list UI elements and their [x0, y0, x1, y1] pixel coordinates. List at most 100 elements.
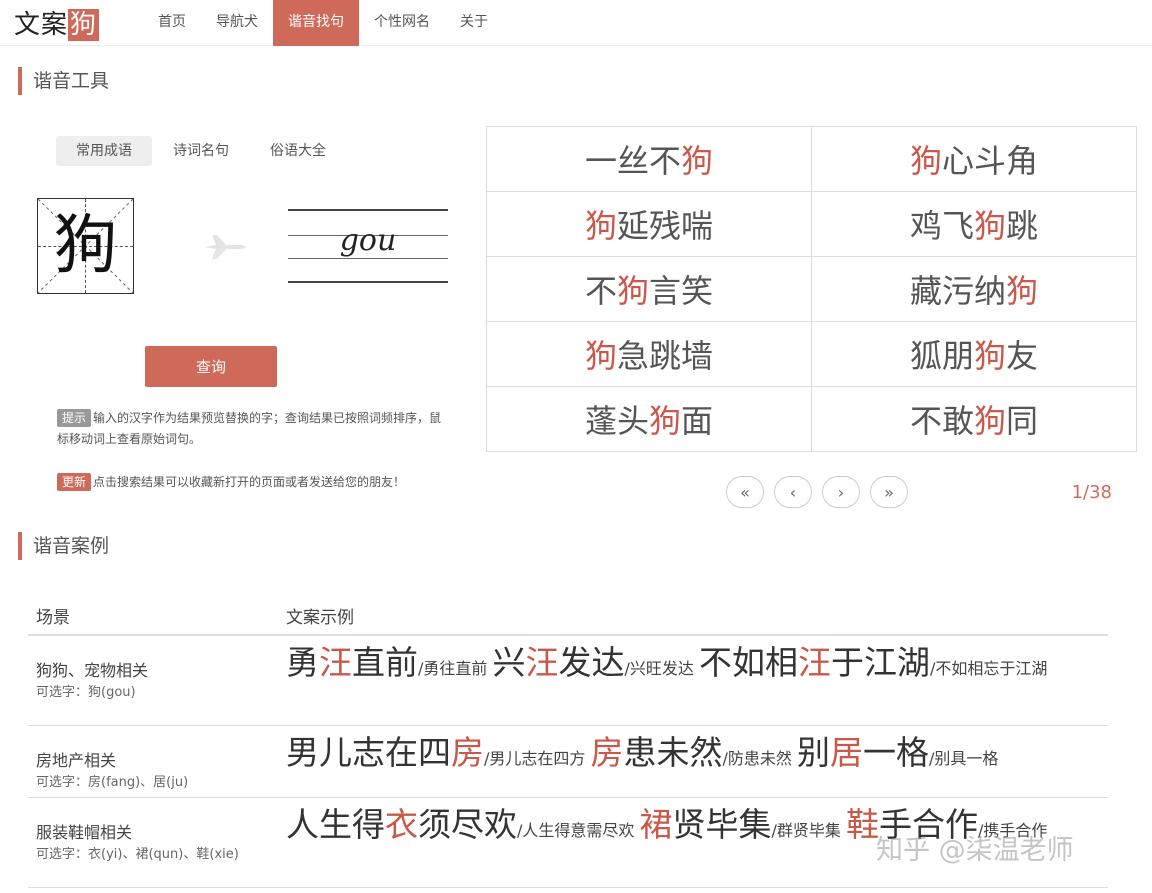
- result-row: 蓬头狗面 不敢狗同: [486, 386, 1137, 452]
- nav-homophone[interactable]: 谐音找句: [273, 0, 359, 46]
- result-cell[interactable]: 不敢狗同: [811, 386, 1137, 452]
- cases-header: 场景 文案示例: [28, 591, 1108, 636]
- result-text: 不敢: [909, 402, 974, 440]
- result-table: 一丝不狗 狗心斗角 狗延残喘 鸡飞狗跳 不狗言笑 藏污纳狗 狗急跳墙 狐朋狗友 蓬头狗面 不敢狗同: [486, 126, 1137, 452]
- result-highlight: 狗: [973, 337, 1006, 375]
- result-cell[interactable]: 狗心斗角: [811, 126, 1137, 192]
- nav-nickname[interactable]: 个性网名: [359, 0, 445, 46]
- example-phrase: 裙贤毕集: [639, 805, 771, 844]
- example-original: /别具一格: [928, 749, 999, 768]
- result-highlight: 狗: [584, 337, 617, 375]
- tip-notice: 提示 输入的汉字作为结果预览替换的字；查询结果已按照词频排序，鼠标移动词上查看原始…: [57, 408, 452, 450]
- main-nav: 首页 导航犬 谐音找句 个性网名 关于: [143, 0, 503, 46]
- pagination: « ‹ › »: [726, 476, 918, 508]
- case-example[interactable]: 人生得衣须尽欢/人生得意需尽欢: [286, 808, 639, 841]
- tab-proverbs[interactable]: 俗语大全: [250, 136, 346, 166]
- query-button[interactable]: 查询: [145, 346, 277, 387]
- case-example[interactable]: 不如相汪于江湖/不如相忘于江湖: [699, 646, 1048, 679]
- result-highlight: 狗: [1006, 272, 1039, 310]
- case-example[interactable]: 房患未然/防患未然: [590, 736, 797, 769]
- case-examples: 男儿志在四房/男儿志在四方 房患未然/防患未然 别居一格/别具一格: [286, 736, 1096, 774]
- prev-page-button[interactable]: ‹: [774, 476, 812, 508]
- case-options: 可选字：衣(yi)、裙(qun)、鞋(xie): [36, 847, 239, 862]
- next-page-button[interactable]: ›: [822, 476, 860, 508]
- case-example[interactable]: 裙贤毕集/群贤毕集: [639, 808, 845, 841]
- char-input-box[interactable]: 狗: [37, 198, 134, 294]
- first-page-button[interactable]: «: [726, 476, 764, 508]
- phrase-highlight: 汪: [797, 643, 831, 682]
- case-scene: 服装鞋帽相关: [36, 823, 133, 842]
- last-page-button[interactable]: »: [870, 476, 908, 508]
- case-example[interactable]: 男儿志在四房/男儿志在四方: [286, 736, 591, 769]
- case-options: 可选字：房(fang)、居(ju): [36, 775, 189, 790]
- result-highlight: 狗: [973, 207, 1006, 245]
- result-text: 狐朋: [909, 337, 974, 375]
- phrase-text: 直前: [352, 643, 418, 682]
- result-cell[interactable]: 狗急跳墙: [486, 321, 812, 387]
- logo-highlight: 狗: [68, 9, 100, 41]
- update-badge: 更新: [57, 473, 92, 491]
- case-scene: 房地产相关: [36, 751, 117, 770]
- result-text: 蓬头: [584, 402, 649, 440]
- logo-text: 文案: [14, 10, 69, 40]
- result-text: 藏污纳: [909, 272, 1006, 310]
- result-cell[interactable]: 藏污纳狗: [811, 256, 1137, 322]
- result-highlight: 狗: [616, 272, 649, 310]
- phrase-text: 须尽欢: [418, 805, 517, 844]
- case-example[interactable]: 兴汪发达/兴旺发达: [492, 646, 698, 679]
- category-tabs: 常用成语 诗词名句 俗语大全: [56, 136, 347, 166]
- nav-about[interactable]: 关于: [445, 0, 503, 46]
- result-text: 心斗角: [942, 142, 1039, 180]
- result-highlight: 狗: [681, 142, 714, 180]
- cases-section-title: 谐音案例: [18, 532, 109, 560]
- nav-guide[interactable]: 导航犬: [201, 0, 273, 46]
- phrase-text: 发达: [558, 643, 625, 682]
- example-original: /男儿志在四方: [484, 749, 591, 768]
- result-text: 延残喘: [617, 207, 714, 245]
- result-text: 面: [681, 402, 714, 440]
- phrase-highlight: 房: [451, 733, 484, 772]
- phrase-text: 兴: [492, 643, 526, 682]
- result-cell[interactable]: 狗延残喘: [486, 191, 812, 257]
- result-row: 一丝不狗 狗心斗角: [486, 126, 1137, 192]
- col-scene: 场景: [36, 608, 70, 628]
- tip-text: 输入的汉字作为结果预览替换的字；查询结果已按照词频排序，鼠标移动词上查看原始词句…: [57, 411, 442, 446]
- phrase-text: 男儿志在四: [286, 733, 451, 772]
- case-example[interactable]: 勇汪直前/勇往直前: [286, 646, 492, 679]
- phrase-highlight: 居: [829, 733, 863, 772]
- result-row: 狗延残喘 鸡飞狗跳: [486, 191, 1137, 257]
- tab-idioms[interactable]: 常用成语: [56, 136, 152, 166]
- phrase-text: 勇: [286, 643, 319, 682]
- result-cell[interactable]: 狐朋狗友: [811, 321, 1137, 387]
- result-text: 同: [1006, 402, 1039, 440]
- case-example[interactable]: 别居一格/别具一格: [797, 736, 999, 769]
- example-original: /不如相忘于江湖: [929, 659, 1048, 678]
- result-row: 狗急跳墙 狐朋狗友: [486, 321, 1137, 387]
- example-phrase: 兴汪发达: [492, 643, 624, 682]
- top-header: 文案狗 首页 导航犬 谐音找句 个性网名 关于: [0, 0, 1152, 46]
- result-text: 言笑: [649, 272, 714, 310]
- tab-poems[interactable]: 诗词名句: [153, 136, 249, 166]
- result-text: 不: [584, 272, 617, 310]
- result-cell[interactable]: 鸡飞狗跳: [811, 191, 1137, 257]
- col-example: 文案示例: [286, 608, 354, 628]
- case-scene: 狗狗、宠物相关: [36, 661, 149, 680]
- result-highlight: 狗: [584, 207, 617, 245]
- example-phrase: 人生得衣须尽欢: [286, 805, 517, 844]
- phrase-text: 于江湖: [830, 643, 930, 682]
- result-cell[interactable]: 蓬头狗面: [486, 386, 812, 452]
- nav-home[interactable]: 首页: [143, 0, 201, 46]
- example-original: /防患未然: [722, 749, 797, 768]
- input-char: 狗: [53, 209, 118, 283]
- result-cell[interactable]: 一丝不狗: [486, 126, 812, 192]
- pinyin-line: [288, 209, 448, 211]
- result-text: 跳: [1006, 207, 1039, 245]
- page-indicator: 1/38: [1071, 482, 1112, 503]
- case-examples: 勇汪直前/勇往直前 兴汪发达/兴旺发达 不如相汪于江湖/不如相忘于江湖: [286, 646, 1096, 684]
- phrase-highlight: 汪: [525, 643, 559, 682]
- site-logo[interactable]: 文案狗: [14, 4, 100, 41]
- result-cell[interactable]: 不狗言笑: [486, 256, 812, 322]
- result-text: 急跳墙: [617, 337, 714, 375]
- phrase-highlight: 汪: [319, 643, 352, 682]
- example-phrase: 房患未然: [590, 733, 722, 772]
